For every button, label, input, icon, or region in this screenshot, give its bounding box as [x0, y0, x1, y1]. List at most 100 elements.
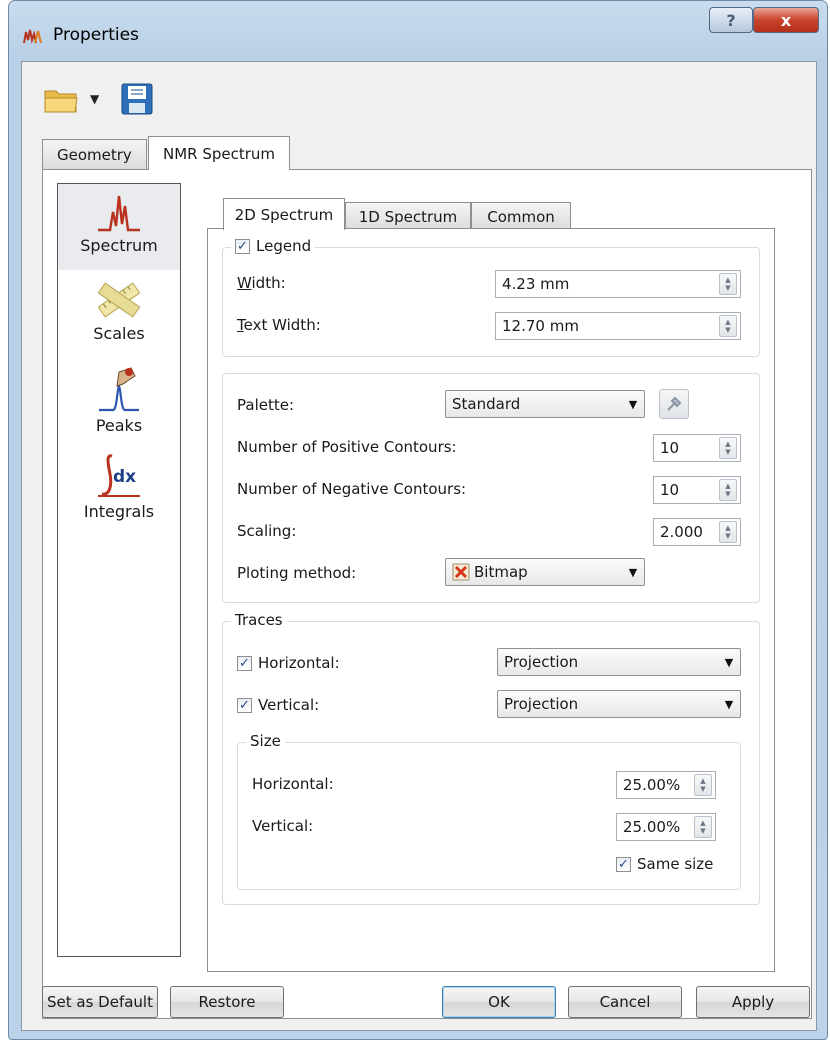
open-folder-icon[interactable] — [44, 86, 78, 114]
app-icon — [23, 29, 42, 44]
traces-group: Traces ✓ Horizontal: Projection ▼ ✓ Vert… — [222, 611, 760, 905]
size-horizontal-label: Horizontal: — [252, 775, 334, 793]
nav-item-integrals[interactable]: dx Integrals — [58, 446, 180, 530]
horizontal-trace-toggle[interactable]: ✓ Horizontal: — [237, 654, 340, 672]
peaks-icon — [99, 367, 139, 412]
horizontal-trace-label: Horizontal: — [258, 654, 340, 672]
size-caption: Size — [246, 732, 285, 750]
ploting-method-value: Bitmap — [474, 563, 528, 581]
width-spinbox[interactable]: 4.23 mm ▲ ▼ — [495, 270, 741, 298]
size-horizontal-value: 25.00% — [623, 776, 681, 794]
tab-nmr-spectrum-label: NMR Spectrum — [163, 144, 276, 163]
ploting-method-dropdown[interactable]: Bitmap ▼ — [445, 558, 645, 586]
legend-checkbox[interactable]: ✓ — [235, 238, 250, 254]
text-width-label: Text Width: — [237, 316, 321, 334]
horizontal-trace-dropdown[interactable]: Projection ▼ — [497, 648, 741, 676]
contours-group: Palette: Standard ▼ Number of Positive C… — [222, 373, 760, 603]
nav-item-peaks[interactable]: Peaks — [58, 360, 180, 444]
ruler-icon — [97, 282, 141, 318]
nav-label-peaks: Peaks — [95, 416, 143, 435]
negative-contours-spinbox[interactable]: 10 ▲ ▼ — [653, 476, 741, 504]
nmr-spectrum-panel: Spectrum Scales Peaks dx Integrals 2D Sp… — [42, 169, 812, 1019]
size-horizontal-spinbox[interactable]: 25.00% ▲ ▼ — [616, 771, 716, 799]
chevron-down-icon: ▼ — [724, 655, 734, 669]
negative-contours-label: Number of Negative Contours: — [237, 480, 467, 498]
palette-label: Palette: — [237, 396, 295, 414]
vertical-trace-toggle[interactable]: ✓ Vertical: — [237, 696, 319, 714]
positive-contours-label: Number of Positive Contours: — [237, 438, 457, 456]
palette-edit-button[interactable] — [659, 389, 689, 419]
svg-text:dx: dx — [113, 467, 136, 487]
size-vertical-spin-buttons[interactable]: ▲ ▼ — [694, 816, 712, 838]
positive-contours-value: 10 — [660, 439, 680, 457]
category-list: Spectrum Scales Peaks dx Integrals — [57, 183, 181, 957]
apply-button[interactable]: Apply — [696, 986, 810, 1018]
vertical-trace-dropdown[interactable]: Projection ▼ — [497, 690, 741, 718]
scaling-spin-buttons[interactable]: ▲ ▼ — [719, 521, 737, 543]
legend-label: Legend — [256, 237, 312, 255]
nav-item-scales[interactable]: Scales — [58, 274, 180, 354]
ok-button[interactable]: OK — [442, 986, 556, 1018]
tab-geometry[interactable]: Geometry — [42, 139, 147, 169]
window-title: Properties — [53, 25, 139, 45]
tab-2d-spectrum-label: 2D Spectrum — [234, 205, 334, 224]
text-width-spin-buttons[interactable]: ▲ ▼ — [719, 315, 737, 337]
restore-label: Restore — [198, 993, 256, 1011]
same-size-checkbox[interactable]: ✓ — [616, 856, 631, 872]
positive-spin-buttons[interactable]: ▲ ▼ — [719, 437, 737, 459]
close-icon: x — [780, 10, 792, 30]
size-horizontal-spin-buttons[interactable]: ▲ ▼ — [694, 774, 712, 796]
width-label: Width: — [237, 274, 286, 292]
save-icon[interactable] — [120, 82, 154, 116]
cancel-button[interactable]: Cancel — [568, 986, 682, 1018]
negative-contours-value: 10 — [660, 481, 680, 499]
vertical-trace-checkbox[interactable]: ✓ — [237, 697, 252, 713]
legend-group: ✓ Legend Width: 4.23 mm ▲ ▼ Text Width: 1… — [222, 237, 760, 357]
chevron-down-icon: ▼ — [628, 565, 638, 579]
negative-spin-buttons[interactable]: ▲ ▼ — [719, 479, 737, 501]
text-width-value: 12.70 mm — [502, 317, 579, 335]
cancel-label: Cancel — [599, 993, 651, 1011]
palette-value: Standard — [452, 395, 521, 413]
vertical-trace-label: Vertical: — [258, 696, 320, 714]
close-button[interactable]: x — [753, 7, 819, 33]
positive-contours-spinbox[interactable]: 10 ▲ ▼ — [653, 434, 741, 462]
size-label: Size — [250, 732, 281, 750]
size-vertical-label: Vertical: — [252, 817, 314, 835]
horizontal-trace-checkbox[interactable]: ✓ — [237, 655, 252, 671]
nav-label-scales: Scales — [93, 324, 145, 343]
text-width-spinbox[interactable]: 12.70 mm ▲ ▼ — [495, 312, 741, 340]
size-vertical-value: 25.00% — [623, 818, 681, 836]
chevron-down-icon[interactable]: ▼ — [90, 92, 99, 106]
title-bar[interactable]: Properties ? x — [9, 1, 827, 59]
tab-2d-spectrum[interactable]: 2D Spectrum — [223, 198, 345, 230]
properties-window: Properties ? x ▼ Geometry NMR Spectrum S… — [8, 0, 828, 1040]
same-size-label: Same size — [637, 855, 714, 873]
scaling-value: 2.000 — [660, 523, 703, 541]
scaling-spinbox[interactable]: 2.000 ▲ ▼ — [653, 518, 741, 546]
2d-spectrum-panel: ✓ Legend Width: 4.23 mm ▲ ▼ Text Width: 1… — [207, 228, 775, 972]
ploting-method-label: Ploting method: — [237, 564, 357, 582]
legend-caption[interactable]: ✓ Legend — [231, 237, 316, 255]
scaling-label: Scaling: — [237, 522, 297, 540]
width-spin-buttons[interactable]: ▲ ▼ — [719, 273, 737, 295]
palette-dropdown[interactable]: Standard ▼ — [445, 390, 645, 418]
restore-button[interactable]: Restore — [170, 986, 284, 1018]
same-size-toggle[interactable]: ✓ Same size — [616, 855, 713, 873]
help-button[interactable]: ? — [709, 7, 753, 33]
horizontal-trace-value: Projection — [504, 653, 579, 671]
bitmap-icon — [452, 563, 470, 581]
tab-1d-spectrum[interactable]: 1D Spectrum — [345, 202, 471, 230]
chevron-down-icon: ▼ — [628, 397, 638, 411]
tab-nmr-spectrum[interactable]: NMR Spectrum — [148, 136, 291, 170]
traces-caption: Traces — [231, 611, 287, 629]
nav-label-spectrum: Spectrum — [80, 236, 158, 255]
nav-item-spectrum[interactable]: Spectrum — [58, 184, 180, 270]
vertical-trace-value: Projection — [504, 695, 579, 713]
spectrum-icon — [98, 195, 140, 232]
tab-common[interactable]: Common — [471, 202, 571, 230]
chevron-down-icon: ▼ — [724, 697, 734, 711]
tab-geometry-label: Geometry — [57, 145, 132, 164]
size-vertical-spinbox[interactable]: 25.00% ▲ ▼ — [616, 813, 716, 841]
set-as-default-button[interactable]: Set as Default — [42, 986, 158, 1018]
